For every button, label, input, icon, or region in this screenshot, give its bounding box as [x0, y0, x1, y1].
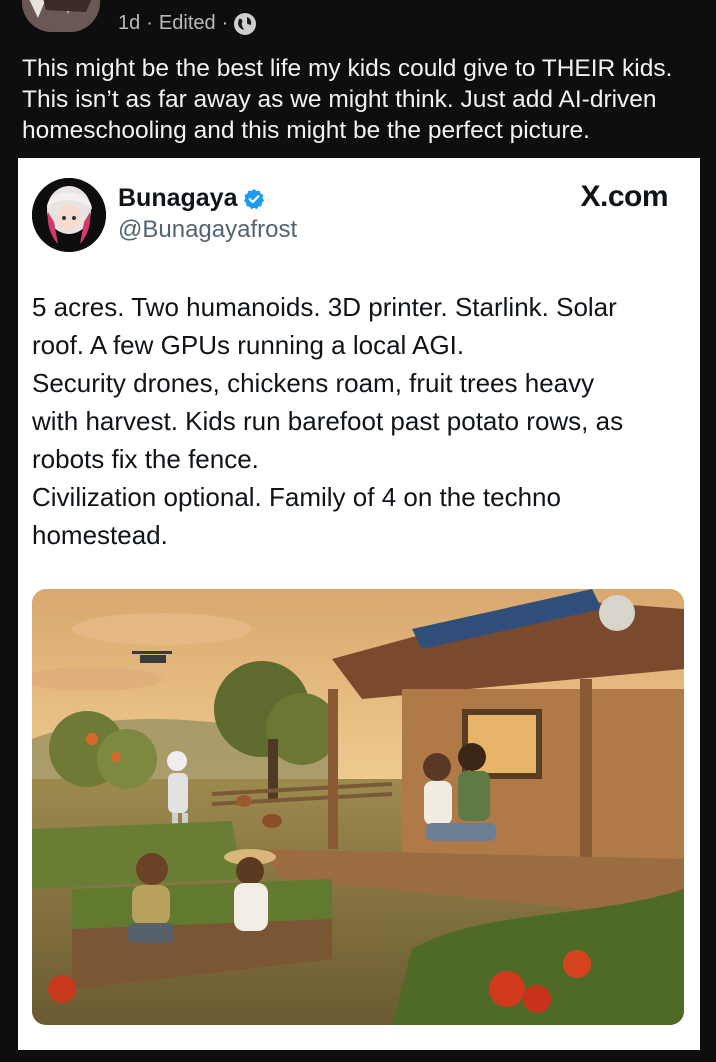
homestead-illustration [32, 589, 684, 1025]
tweet-author-name[interactable]: Bunagaya [118, 184, 237, 213]
x-logo-label[interactable]: X.com [580, 180, 668, 214]
caption-line: This isn’t as far away as we might think… [22, 86, 657, 113]
tweet-image[interactable] [32, 589, 684, 1025]
caption-line: This might be the best life my kids coul… [22, 55, 673, 82]
meta-separator: · [221, 12, 229, 34]
tweet-text: 5 acres. Two humanoids. 3D printer. Star… [32, 288, 682, 554]
meta-separator: · [146, 12, 153, 34]
post-caption: This might be the best life my kids coul… [22, 53, 702, 146]
post-age: 1d [118, 12, 141, 34]
tweet-line: homestead. [32, 520, 168, 550]
post-header: 1d · Edited · [0, 0, 716, 46]
post-meta: 1d · Edited · [118, 12, 257, 35]
tweet-line: 5 acres. Two humanoids. 3D printer. Star… [32, 292, 617, 322]
caption-line: homeschooling and this might be the perf… [22, 117, 590, 144]
tweet-line: robots fix the fence. [32, 444, 259, 474]
tweet-line: with harvest. Kids run barefoot past pot… [32, 406, 624, 436]
tweet-embed[interactable]: Bunagaya @Bunagayafrost X.com 5 acres. T… [18, 158, 700, 1050]
tweet-line: Security drones, chickens roam, fruit tr… [32, 368, 595, 398]
edited-label[interactable]: Edited [159, 12, 216, 35]
tweet-line: Civilization optional. Family of 4 on th… [32, 482, 561, 512]
public-globe-icon [234, 12, 257, 35]
tweet-author-avatar[interactable] [32, 178, 106, 252]
verified-badge-icon [244, 188, 265, 209]
tweet-author-name-row: Bunagaya [118, 184, 265, 213]
poster-avatar[interactable] [22, 0, 100, 32]
tweet-line: roof. A few GPUs running a local AGI. [32, 330, 465, 360]
tweet-author-handle[interactable]: @Bunagayafrost [118, 216, 297, 244]
